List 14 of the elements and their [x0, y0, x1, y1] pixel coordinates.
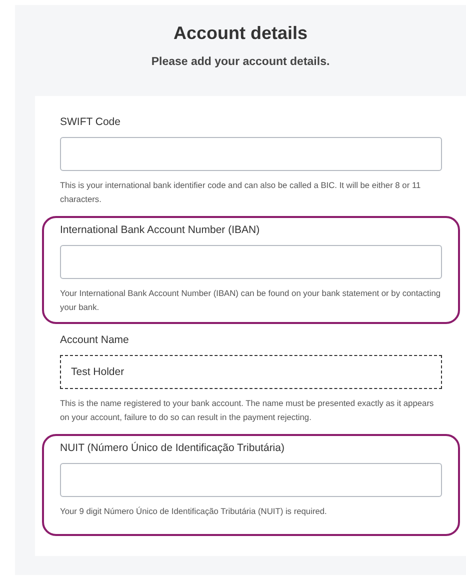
help-text: Your International Bank Account Number (IBAN) can be found on your bank statement or by contacting your bank.	[60, 287, 442, 314]
page-title: Account details	[172, 23, 309, 44]
field-label: NUIT (Número Único de Identificação Tributária)	[60, 442, 286, 454]
input-field[interactable]	[60, 245, 442, 279]
field-label: International Bank Account Number (IBAN)	[60, 224, 261, 236]
input-field[interactable]	[60, 137, 442, 171]
field-label: SWIFT Code	[60, 116, 122, 128]
input-field[interactable]	[60, 463, 442, 497]
help-text: This is your international bank identifier code and can also be called a BIC. It will be either 8 or 11 characters.	[60, 179, 422, 206]
help-text: Your 9 digit Número Único de Identificação Tributária (NUIT) is required.	[60, 505, 328, 518]
page-subtitle: Please add your account details.	[150, 56, 331, 68]
field-label: Account Name	[60, 334, 130, 346]
help-text: This is the name registered to your bank account. The name must be presented exactly as it appears on your account, failure to do so can result in the payment rejecting.	[60, 397, 435, 424]
input-field[interactable]: Test Holder	[60, 355, 442, 389]
